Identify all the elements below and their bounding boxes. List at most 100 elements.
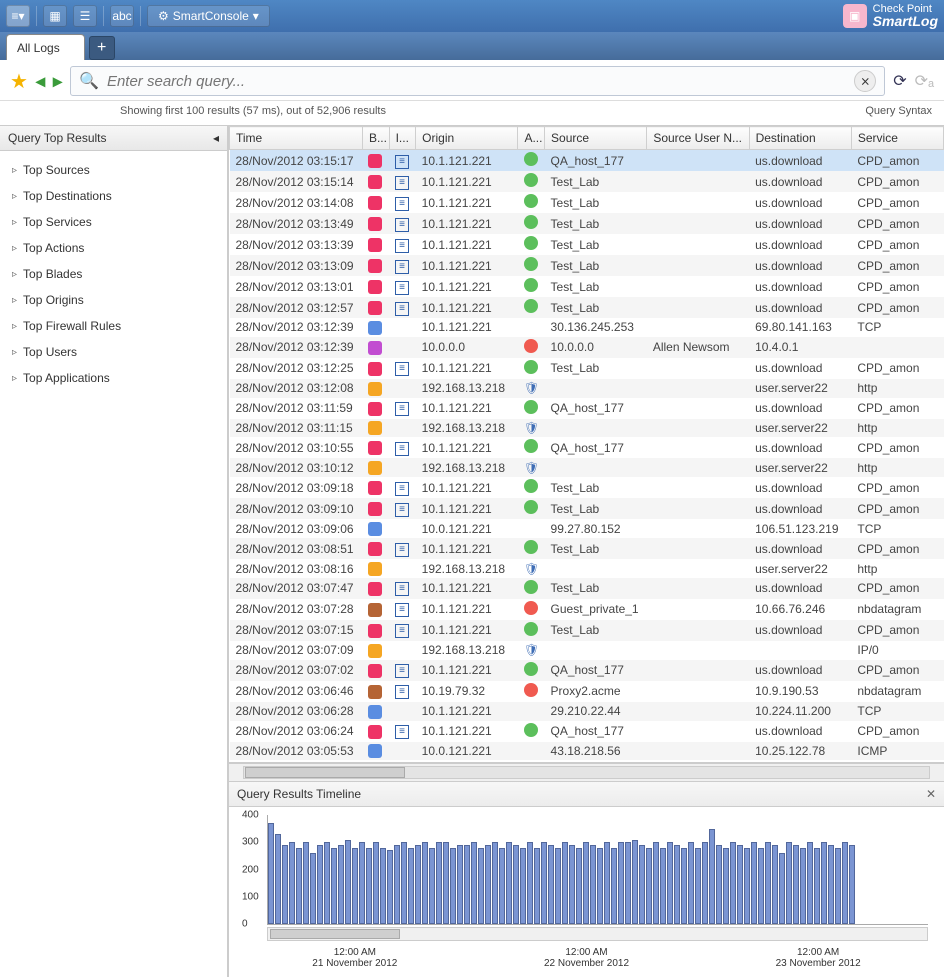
timeline-bar[interactable] (828, 845, 834, 924)
timeline-bar[interactable] (562, 842, 568, 924)
horizontal-scrollbar[interactable] (229, 763, 944, 781)
table-row[interactable]: 28/Nov/2012 03:09:1810.1.121.221Test_Lab… (230, 477, 944, 498)
table-row[interactable]: 28/Nov/2012 03:12:5710.1.121.221Test_Lab… (230, 297, 944, 318)
query-syntax-link[interactable]: Query Syntax (865, 105, 932, 117)
timeline-bar[interactable] (583, 842, 589, 924)
sidebar-item[interactable]: ▹Top Services (0, 209, 227, 235)
view-list-button[interactable]: ☰ (73, 5, 97, 27)
column-header[interactable]: Service (851, 127, 943, 150)
table-row[interactable]: 28/Nov/2012 03:15:1710.1.121.221QA_host_… (230, 150, 944, 172)
timeline-bar[interactable] (422, 842, 428, 924)
table-row[interactable]: 28/Nov/2012 03:11:15192.168.13.218user.s… (230, 419, 944, 438)
auto-refresh-button[interactable]: ⟳ₐ (915, 71, 934, 91)
table-row[interactable]: 28/Nov/2012 03:13:0910.1.121.221Test_Lab… (230, 255, 944, 276)
timeline-bar[interactable] (793, 845, 799, 924)
timeline-bar[interactable] (450, 848, 456, 924)
refresh-button[interactable]: ⟳ (893, 71, 906, 91)
timeline-bar[interactable] (814, 848, 820, 924)
timeline-bar[interactable] (548, 845, 554, 924)
timeline-bar[interactable] (751, 842, 757, 924)
timeline-bar[interactable] (625, 842, 631, 924)
timeline-bar[interactable] (534, 848, 540, 924)
timeline-bar[interactable] (303, 842, 309, 924)
table-row[interactable]: 28/Nov/2012 03:08:5110.1.121.221Test_Lab… (230, 538, 944, 559)
table-row[interactable]: 28/Nov/2012 03:12:3910.0.0.010.0.0.0Alle… (230, 337, 944, 358)
timeline-bar[interactable] (436, 842, 442, 924)
timeline-close-button[interactable]: ✕ (926, 787, 936, 801)
timeline-bar[interactable] (275, 834, 281, 924)
timeline-scrollbar[interactable] (267, 927, 928, 941)
timeline-bar[interactable] (821, 842, 827, 924)
nav-back-button[interactable]: ◂ (36, 71, 45, 92)
sidebar-item[interactable]: ▹Top Firewall Rules (0, 313, 227, 339)
timeline-bar[interactable] (380, 848, 386, 924)
timeline-bar[interactable] (716, 845, 722, 924)
timeline-bar[interactable] (415, 845, 421, 924)
column-header[interactable]: I... (389, 127, 416, 150)
timeline-bar[interactable] (331, 848, 337, 924)
table-row[interactable]: 28/Nov/2012 03:06:4610.19.79.32Proxy2.ac… (230, 681, 944, 702)
timeline-bar[interactable] (667, 842, 673, 924)
column-header[interactable]: Destination (749, 127, 851, 150)
column-header[interactable]: Origin (416, 127, 518, 150)
timeline-bar[interactable] (737, 845, 743, 924)
sidebar-item[interactable]: ▹Top Destinations (0, 183, 227, 209)
timeline-bar[interactable] (394, 845, 400, 924)
timeline-bar[interactable] (695, 848, 701, 924)
timeline-bar[interactable] (765, 842, 771, 924)
timeline-bar[interactable] (681, 848, 687, 924)
timeline-bar[interactable] (590, 845, 596, 924)
timeline-bar[interactable] (408, 848, 414, 924)
table-row[interactable]: 28/Nov/2012 03:07:09192.168.13.218IP/0 (230, 641, 944, 660)
search-clear-button[interactable]: ⨯ (854, 70, 876, 92)
table-row[interactable]: 28/Nov/2012 03:12:08192.168.13.218user.s… (230, 379, 944, 398)
timeline-bar[interactable] (576, 848, 582, 924)
timeline-bar[interactable] (359, 842, 365, 924)
sidebar-item[interactable]: ▹Top Applications (0, 365, 227, 391)
table-row[interactable]: 28/Nov/2012 03:07:2810.1.121.221Guest_pr… (230, 599, 944, 620)
timeline-bar[interactable] (464, 845, 470, 924)
table-row[interactable]: 28/Nov/2012 03:10:5510.1.121.221QA_host_… (230, 437, 944, 458)
timeline-bar[interactable] (401, 842, 407, 924)
timeline-bar[interactable] (366, 848, 372, 924)
table-row[interactable]: 28/Nov/2012 03:13:0110.1.121.221Test_Lab… (230, 276, 944, 297)
timeline-bar[interactable] (779, 853, 785, 924)
timeline-bar[interactable] (457, 845, 463, 924)
tab-all-logs[interactable]: All Logs (6, 34, 85, 60)
view-grid-button[interactable]: ▦ (43, 5, 67, 27)
table-row[interactable]: 28/Nov/2012 03:06:2410.1.121.221QA_host_… (230, 721, 944, 742)
timeline-bar[interactable] (541, 842, 547, 924)
timeline-bar[interactable] (506, 842, 512, 924)
timeline-bar[interactable] (709, 829, 715, 924)
timeline-bar[interactable] (282, 845, 288, 924)
timeline-bar[interactable] (471, 842, 477, 924)
favorite-icon[interactable]: ★ (10, 69, 28, 94)
timeline-bar[interactable] (324, 842, 330, 924)
smartconsole-menu[interactable]: ⚙ SmartConsole ▾ (147, 5, 270, 27)
search-box[interactable]: 🔍 ⨯ (70, 66, 885, 96)
timeline-bar[interactable] (786, 842, 792, 924)
table-row[interactable]: 28/Nov/2012 03:07:0210.1.121.221QA_host_… (230, 660, 944, 681)
timeline-bar[interactable] (688, 842, 694, 924)
menu-button[interactable]: ≡▾ (6, 5, 30, 27)
table-row[interactable]: 28/Nov/2012 03:07:4710.1.121.221Test_Lab… (230, 578, 944, 599)
nav-forward-button[interactable]: ▸ (53, 71, 62, 92)
column-header[interactable]: Time (230, 127, 363, 150)
table-row[interactable]: 28/Nov/2012 03:11:5910.1.121.221QA_host_… (230, 398, 944, 419)
timeline-bar[interactable] (317, 845, 323, 924)
timeline-bar[interactable] (513, 845, 519, 924)
timeline-bar[interactable] (569, 845, 575, 924)
timeline-bar[interactable] (310, 853, 316, 924)
timeline-chart[interactable]: 0100200300400 (267, 815, 928, 925)
timeline-bar[interactable] (373, 842, 379, 924)
column-header[interactable]: A... (518, 127, 545, 150)
timeline-bar[interactable] (268, 823, 274, 924)
timeline-bar[interactable] (835, 848, 841, 924)
timeline-bar[interactable] (807, 842, 813, 924)
table-row[interactable]: 28/Nov/2012 03:12:2510.1.121.221Test_Lab… (230, 358, 944, 379)
table-row[interactable]: 28/Nov/2012 03:06:2810.1.121.22129.210.2… (230, 702, 944, 721)
timeline-bar[interactable] (723, 848, 729, 924)
timeline-bar[interactable] (289, 842, 295, 924)
timeline-bar[interactable] (702, 842, 708, 924)
sidebar-item[interactable]: ▹Top Sources (0, 157, 227, 183)
